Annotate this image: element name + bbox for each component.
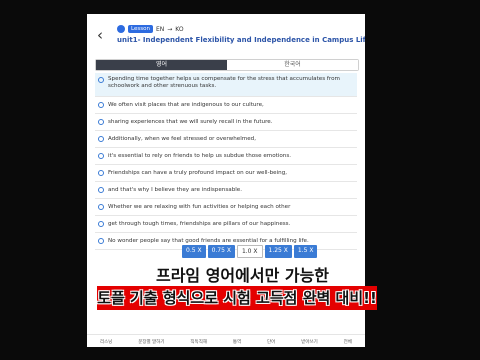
bottom-toolbar: 리스닝 문장별 말하기 직독직해 통역 단어 받아쓰기 전체 xyxy=(87,334,365,347)
promo-caption-banner: 토플 기출 형식으로 시험 고득점 완벽 대비!! xyxy=(97,286,377,310)
lang-to: KO xyxy=(175,25,184,33)
speed-option-selected[interactable]: 1.0 X xyxy=(236,245,263,258)
sentence-row[interactable]: Additionally, when we feel stressed or o… xyxy=(95,131,357,148)
sentence-row[interactable]: it's essential to rely on friends to hel… xyxy=(95,148,357,165)
sentence-row[interactable]: Friendships can have a truly profound im… xyxy=(95,165,357,182)
radio-icon[interactable] xyxy=(98,102,104,108)
speed-option[interactable]: 0.75 X xyxy=(207,245,235,258)
toolbar-item[interactable]: 단어 xyxy=(267,339,275,345)
radio-icon[interactable] xyxy=(98,187,104,193)
sentence-row[interactable]: We often visit places that are indigenou… xyxy=(95,97,357,114)
radio-icon[interactable] xyxy=(98,221,104,227)
check-icon xyxy=(117,25,125,33)
tab-english[interactable]: 영어 xyxy=(96,60,227,70)
lesson-header: Lesson EN → KO xyxy=(117,25,184,33)
radio-icon[interactable] xyxy=(98,136,104,142)
toolbar-item[interactable]: 전체 xyxy=(344,339,352,345)
lang-from: EN xyxy=(155,25,165,33)
sentence-text: Whether we are relaxing with fun activit… xyxy=(108,203,291,210)
sentence-text: We often visit places that are indigenou… xyxy=(108,101,264,108)
tab-korean[interactable]: 한국어 xyxy=(227,60,358,70)
sentence-text: No wonder people say that good friends a… xyxy=(108,237,309,244)
arrow-icon: → xyxy=(167,25,173,33)
speed-option[interactable]: 0.5 X xyxy=(182,245,206,258)
sentence-row[interactable]: Spending time together helps us compensa… xyxy=(95,73,357,97)
promo-caption-line2: 토플 기출 형식으로 시험 고득점 완벽 대비!! xyxy=(97,289,377,307)
sentence-text: Friendships can have a truly profound im… xyxy=(108,169,288,176)
sentence-list: Spending time together helps us compensa… xyxy=(95,73,357,250)
speed-option[interactable]: 1.5 X xyxy=(293,245,318,258)
page-title: unit1- Independent Flexibility and Indep… xyxy=(117,36,365,44)
sentence-text: sharing experiences that we will surely … xyxy=(108,118,273,125)
speed-selector: 0.5 X 0.75 X 1.0 X 1.25 X 1.5 X xyxy=(182,245,318,258)
radio-icon[interactable] xyxy=(98,77,104,83)
toolbar-item[interactable]: 리스닝 xyxy=(100,339,112,345)
radio-icon[interactable] xyxy=(98,119,104,125)
sentence-row[interactable]: and that's why I believe they are indisp… xyxy=(95,182,357,199)
sentence-text: Spending time together helps us compensa… xyxy=(108,76,340,89)
sentence-text: it's essential to rely on friends to hel… xyxy=(108,152,292,159)
sentence-text: and that's why I believe they are indisp… xyxy=(108,186,243,193)
sentence-row[interactable]: Whether we are relaxing with fun activit… xyxy=(95,199,357,216)
back-arrow-icon[interactable]: ‹ xyxy=(97,28,103,43)
radio-icon[interactable] xyxy=(98,204,104,210)
toolbar-item[interactable]: 직독직해 xyxy=(190,339,207,345)
sentence-row[interactable]: get through tough times, friendships are… xyxy=(95,216,357,233)
promo-caption-line1: 프라임 영어에서만 가능한 xyxy=(155,266,330,285)
sentence-text: Additionally, when we feel stressed or o… xyxy=(108,135,256,142)
radio-icon[interactable] xyxy=(98,238,104,244)
lesson-badge: Lesson xyxy=(128,25,153,33)
radio-icon[interactable] xyxy=(98,153,104,159)
speed-option[interactable]: 1.25 X xyxy=(264,245,292,258)
language-toggle[interactable]: 영어 한국어 xyxy=(95,59,359,71)
radio-icon[interactable] xyxy=(98,170,104,176)
sentence-row[interactable]: sharing experiences that we will surely … xyxy=(95,114,357,131)
toolbar-item[interactable]: 받아쓰기 xyxy=(301,339,318,345)
toolbar-item[interactable]: 통역 xyxy=(233,339,241,345)
sentence-text: get through tough times, friendships are… xyxy=(108,220,291,227)
toolbar-item[interactable]: 문장별 말하기 xyxy=(138,339,164,345)
